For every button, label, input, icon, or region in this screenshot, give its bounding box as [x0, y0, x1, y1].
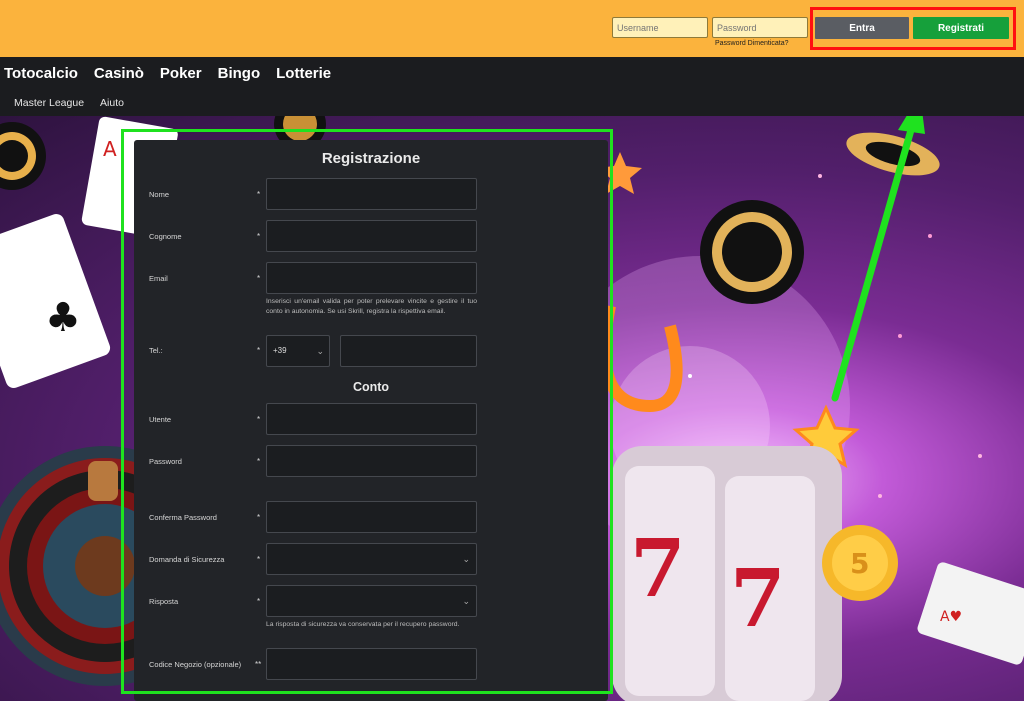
sub-nav: Master League Aiuto: [0, 90, 1024, 116]
nav-item-poker[interactable]: Poker: [160, 65, 202, 82]
forgot-password-link[interactable]: Password Dimenticata?: [715, 40, 789, 47]
annotation-red-box: [810, 7, 1016, 50]
svg-text:♣: ♣: [45, 295, 81, 341]
svg-text:7: 7: [730, 551, 786, 645]
subnav-item-master-league[interactable]: Master League: [14, 97, 84, 109]
nav-item-lotterie[interactable]: Lotterie: [276, 65, 331, 82]
nav-item-totocalcio[interactable]: Totocalcio: [4, 65, 78, 82]
svg-text:A: A: [103, 137, 117, 161]
nav-item-casino[interactable]: Casinò: [94, 65, 144, 82]
username-input[interactable]: [612, 17, 708, 38]
subnav-item-aiuto[interactable]: Aiuto: [100, 97, 124, 109]
annotation-green-box: [121, 129, 613, 694]
top-header: Password Dimenticata? Entra Registrati: [0, 0, 1024, 57]
nav-item-bingo[interactable]: Bingo: [218, 65, 261, 82]
svg-text:7: 7: [630, 521, 686, 615]
svg-text:A♥: A♥: [940, 609, 962, 625]
password-input[interactable]: [712, 17, 808, 38]
main-nav: Totocalcio Casinò Poker Bingo Lotterie: [0, 57, 1024, 90]
svg-text:5: 5: [850, 547, 869, 580]
